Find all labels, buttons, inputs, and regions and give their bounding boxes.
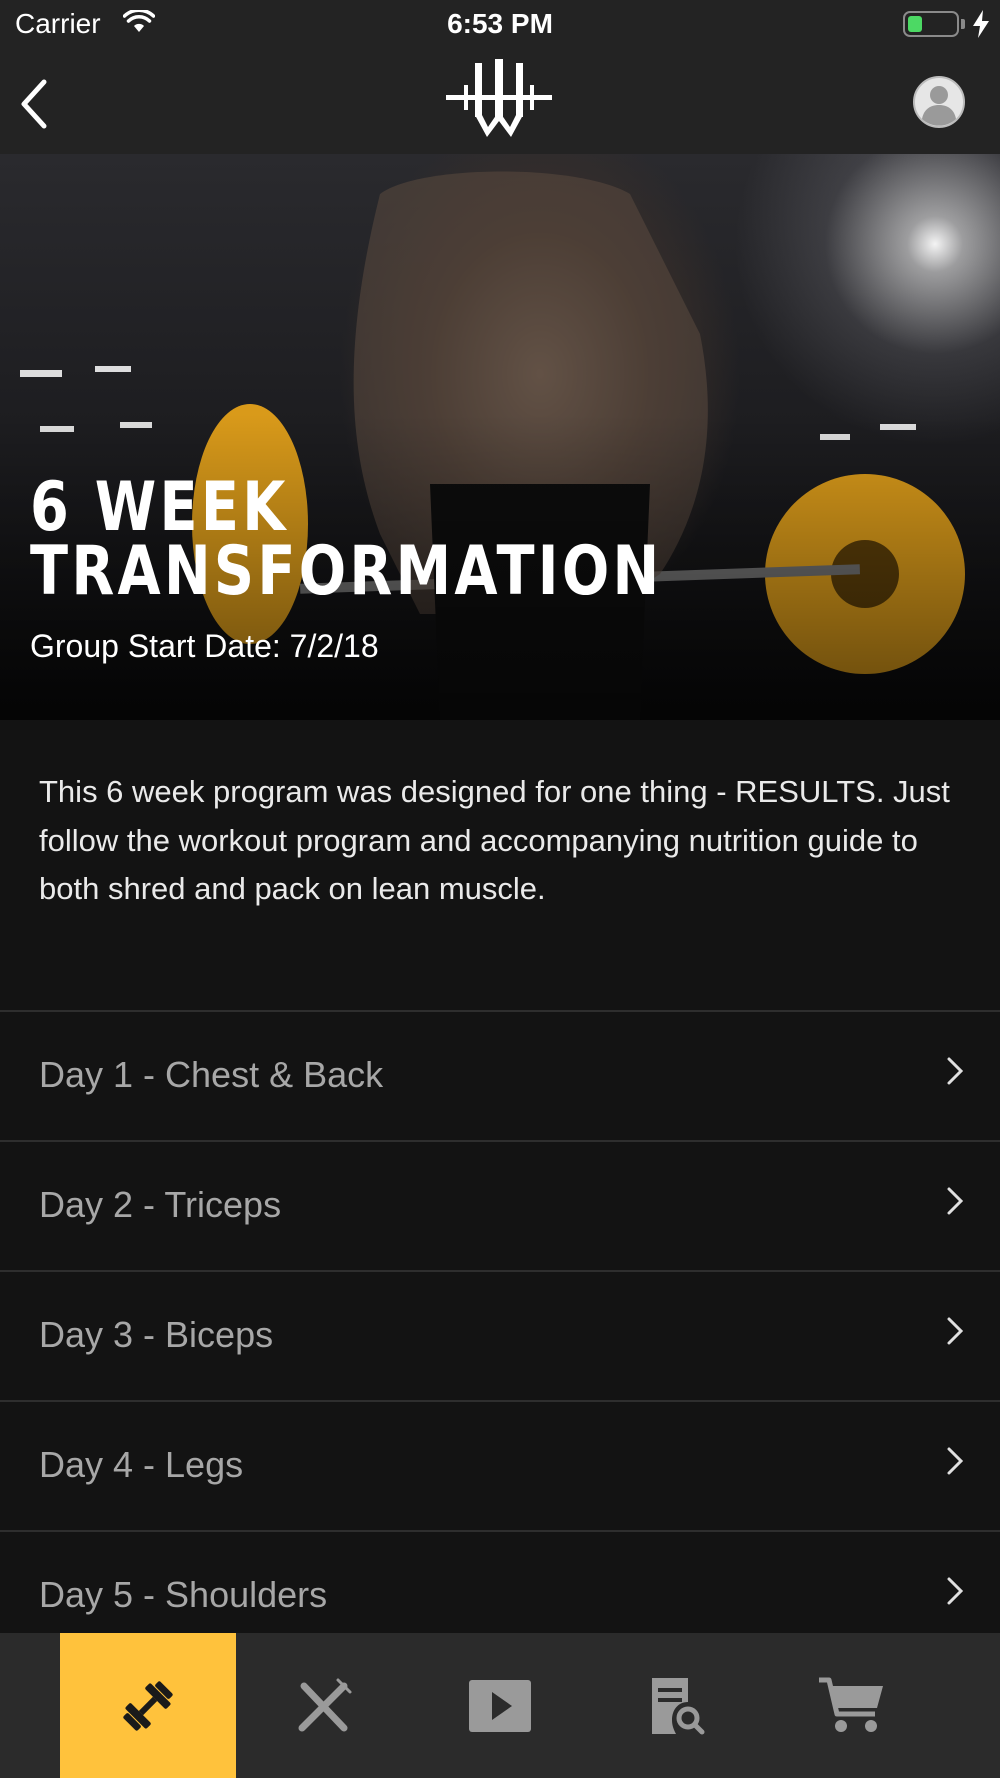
- tab-workouts[interactable]: [60, 1633, 236, 1778]
- battery-icon: [903, 11, 959, 37]
- document-search-icon: [652, 1677, 705, 1734]
- battery-nub: [961, 19, 965, 29]
- chevron-right-icon: [947, 1577, 964, 1605]
- day-label: Day 2 - Triceps: [39, 1184, 282, 1225]
- nav-bar: [0, 52, 1000, 154]
- day-list: Day 1 - Chest & Back Day 2 - Triceps Day…: [0, 1010, 1000, 1660]
- chevron-left-icon[interactable]: [14, 74, 74, 134]
- tab-bar: [0, 1633, 1000, 1778]
- tab-videos[interactable]: [412, 1633, 588, 1778]
- program-title-line-2: TRANSFORMATION: [30, 532, 663, 611]
- day-label: Day 1 - Chest & Back: [39, 1054, 384, 1095]
- list-item-day-1[interactable]: Day 1 - Chest & Back: [0, 1010, 1000, 1140]
- day-label: Day 4 - Legs: [39, 1444, 244, 1485]
- chevron-right-icon: [947, 1187, 964, 1215]
- tab-nutrition[interactable]: [236, 1633, 412, 1778]
- barbell-w-logo: [446, 59, 552, 137]
- user-avatar-icon[interactable]: [912, 75, 966, 129]
- list-item-day-2[interactable]: Day 2 - Triceps: [0, 1140, 1000, 1270]
- clock: 6:53 PM: [447, 8, 553, 39]
- list-item-day-3[interactable]: Day 3 - Biceps: [0, 1270, 1000, 1400]
- dumbbell-icon: [123, 1680, 173, 1731]
- day-label: Day 5 - Shoulders: [39, 1574, 328, 1615]
- chevron-right-icon: [947, 1057, 964, 1085]
- chevron-right-icon: [947, 1317, 964, 1345]
- day-label: Day 3 - Biceps: [39, 1314, 274, 1355]
- battery-level: [908, 16, 922, 32]
- play-video-icon: [469, 1679, 531, 1732]
- status-bar: Carrier 6:53 PM: [0, 0, 1000, 52]
- program-description: This 6 week program was designed for one…: [39, 774, 950, 906]
- hero-banner: 6 WEEK TRANSFORMATION Group Start Date: …: [0, 154, 1000, 720]
- shopping-cart-icon: [819, 1677, 883, 1732]
- chevron-right-icon: [947, 1447, 964, 1475]
- tab-shop[interactable]: [764, 1633, 940, 1778]
- charging-bolt-icon: [973, 10, 989, 38]
- tab-articles[interactable]: [588, 1633, 764, 1778]
- list-item-day-4[interactable]: Day 4 - Legs: [0, 1400, 1000, 1530]
- fork-knife-icon: [298, 1678, 352, 1731]
- program-title: 6 WEEK TRANSFORMATION: [30, 474, 662, 606]
- group-start-date: Group Start Date: 7/2/18: [30, 628, 379, 664]
